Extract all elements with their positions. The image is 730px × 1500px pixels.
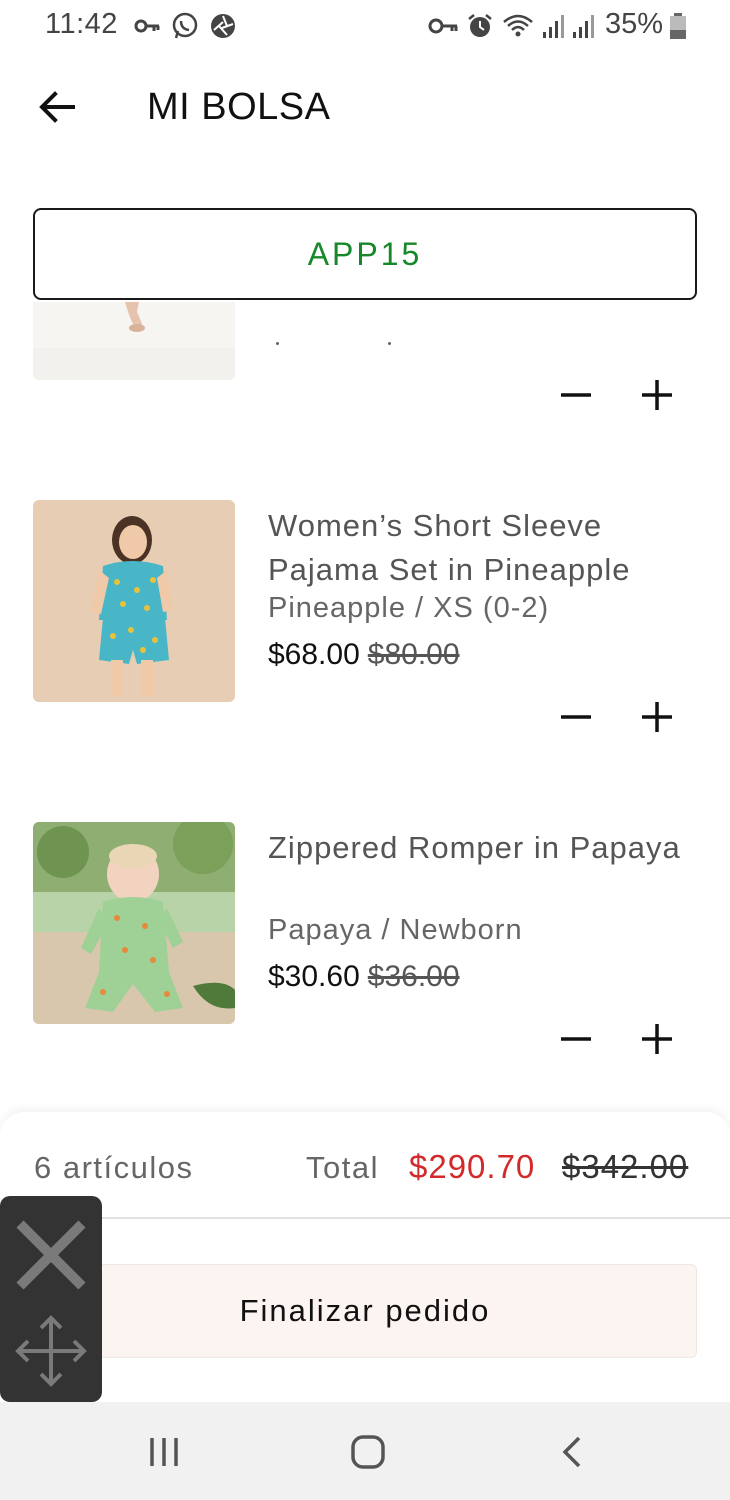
home-button[interactable] — [340, 1424, 396, 1480]
total-original-price: $342.00 — [562, 1148, 689, 1185]
recent-apps-button[interactable] — [136, 1424, 192, 1480]
order-summary: 6 artículos Total $290.70 $342.00 Finali… — [0, 1112, 730, 1402]
decrease-quantity-button[interactable] — [553, 1016, 599, 1062]
coupon-code: APP15 — [307, 235, 423, 272]
product-image[interactable] — [33, 822, 235, 1024]
plus-icon — [642, 1024, 672, 1054]
increase-quantity-button[interactable] — [634, 1016, 680, 1062]
shutter-icon — [211, 14, 235, 38]
signal-icon — [543, 15, 564, 38]
sale-price: $68.00 — [268, 638, 360, 671]
original-price: $80.00 — [367, 638, 460, 671]
product-price: $30.60 $36.00 — [268, 960, 460, 994]
alarm-icon — [468, 14, 492, 37]
total-price: $290.70 — [409, 1148, 536, 1185]
page-title: MI BOLSA — [147, 86, 331, 128]
wifi-icon — [503, 14, 533, 37]
increase-quantity-button[interactable] — [634, 372, 680, 418]
vpn-key-icon — [428, 18, 458, 34]
sale-price: $30.60 — [268, 960, 360, 993]
product-image — [33, 302, 235, 380]
decrease-quantity-button[interactable] — [553, 372, 599, 418]
product-text-fragment — [272, 342, 396, 348]
product-variant: Papaya / Newborn — [268, 914, 523, 946]
checkout-label: Finalizar pedido — [239, 1293, 491, 1328]
home-icon — [351, 1435, 385, 1469]
original-price: $36.00 — [367, 960, 460, 993]
arrow-left-icon — [39, 91, 75, 123]
increase-quantity-button[interactable] — [634, 694, 680, 740]
minus-icon — [561, 1037, 591, 1041]
product-name[interactable]: Zippered Romper in Papaya — [268, 826, 708, 870]
floating-overlay[interactable] — [0, 1196, 102, 1402]
key-icon — [134, 19, 160, 33]
decrease-quantity-button[interactable] — [553, 694, 599, 740]
battery-percentage: 35% — [605, 8, 664, 40]
product-image[interactable] — [33, 500, 235, 702]
product-name[interactable]: Women’s Short Sleeve Pajama Set in Pinea… — [268, 504, 708, 592]
whatsapp-icon — [172, 12, 198, 39]
divider — [0, 1217, 730, 1219]
system-nav-bar — [0, 1402, 730, 1500]
product-variant: Pineapple / XS (0-2) — [268, 592, 550, 624]
plus-icon — [642, 702, 672, 732]
plus-icon — [642, 380, 672, 410]
cart-item: Women’s Short Sleeve Pajama Set in Pinea… — [0, 500, 730, 740]
items-count: 6 artículos — [34, 1150, 194, 1185]
system-back-button[interactable] — [545, 1424, 601, 1480]
back-button[interactable] — [34, 84, 80, 130]
status-bar: 11:42 35% — [0, 0, 730, 52]
minus-icon — [561, 393, 591, 397]
total-label: Total — [306, 1150, 379, 1185]
minus-icon — [561, 715, 591, 719]
product-price: $68.00 $80.00 — [268, 638, 460, 672]
signal-icon — [573, 15, 594, 38]
recent-apps-icon — [150, 1438, 178, 1466]
coupon-field[interactable]: APP15 — [33, 208, 697, 300]
move-icon[interactable] — [14, 1314, 88, 1388]
status-time: 11:42 — [45, 8, 118, 40]
cart-item: Zippered Romper in Papaya Papaya / Newbo… — [0, 822, 730, 1062]
checkout-button[interactable]: Finalizar pedido — [33, 1264, 697, 1358]
battery-icon — [670, 13, 686, 39]
back-chevron-icon — [562, 1436, 581, 1468]
close-icon[interactable] — [12, 1216, 90, 1294]
cart-list[interactable]: Women’s Short Sleeve Pajama Set in Pinea… — [0, 302, 730, 1112]
